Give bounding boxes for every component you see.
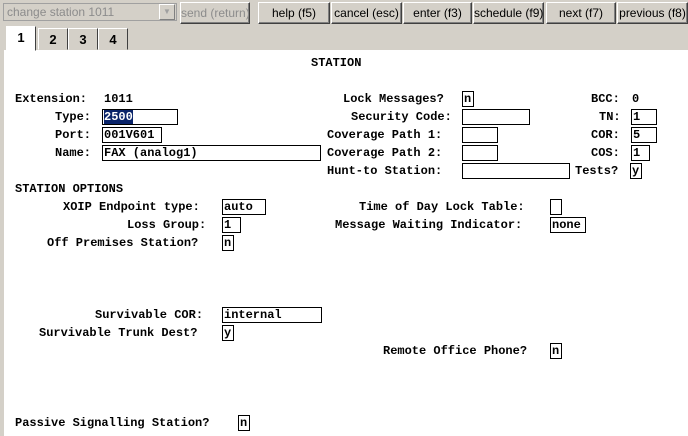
coverage-path-2-label: Coverage Path 2: xyxy=(327,146,443,160)
help-button[interactable]: help (f5) xyxy=(258,2,330,24)
lock-messages-label: Lock Messages? xyxy=(343,92,444,106)
enter-button[interactable]: enter (f3) xyxy=(403,2,472,24)
survivable-trunk-label: Survivable Trunk Dest? xyxy=(39,326,198,340)
hunt-to-station-label: Hunt-to Station: xyxy=(327,164,443,178)
mwi-label: Message Waiting Indicator: xyxy=(335,218,523,232)
cor-field[interactable]: 5 xyxy=(631,127,657,143)
cos-label: COS: xyxy=(591,146,620,160)
time-of-day-field[interactable] xyxy=(550,199,562,215)
port-label: Port: xyxy=(55,128,92,142)
security-code-field[interactable] xyxy=(462,109,530,125)
name-field[interactable]: FAX (analog1) xyxy=(102,145,321,161)
type-field[interactable]: 2500 xyxy=(102,109,178,125)
tests-field[interactable]: y xyxy=(630,163,642,179)
type-selected-text: 2500 xyxy=(104,110,133,124)
extension-label: Extension: xyxy=(15,92,88,106)
cos-field[interactable]: 1 xyxy=(631,145,650,161)
chevron-down-icon[interactable]: ▼ xyxy=(159,4,175,20)
loss-group-field[interactable]: 1 xyxy=(222,217,241,233)
tn-field[interactable]: 1 xyxy=(631,109,657,125)
time-of-day-label: Time of Day Lock Table: xyxy=(359,200,525,214)
type-label: Type: xyxy=(55,110,92,124)
remote-office-field[interactable]: n xyxy=(550,343,562,359)
survivable-cor-field[interactable]: internal xyxy=(222,307,322,323)
remote-office-label: Remote Office Phone? xyxy=(383,344,528,358)
tab-4[interactable]: 4 xyxy=(98,28,128,50)
page-title: STATION xyxy=(311,56,362,70)
tests-label: Tests? xyxy=(575,164,619,178)
coverage-path-1-field[interactable] xyxy=(462,127,498,143)
bcc-label: BCC: xyxy=(591,92,620,106)
tab-1[interactable]: 1 xyxy=(6,26,36,51)
command-input[interactable]: change station 1011 xyxy=(3,3,177,21)
extension-value: 1011 xyxy=(104,92,133,106)
coverage-path-1-label: Coverage Path 1: xyxy=(327,128,443,142)
cancel-button[interactable]: cancel (esc) xyxy=(331,2,402,24)
security-code-label: Security Code: xyxy=(351,110,452,124)
name-label: Name: xyxy=(55,146,92,160)
port-field[interactable]: 001V601 xyxy=(102,127,162,143)
xoip-field[interactable]: auto xyxy=(222,199,266,215)
survivable-cor-label: Survivable COR: xyxy=(95,308,204,322)
passive-signalling-field[interactable]: n xyxy=(238,415,250,431)
coverage-path-2-field[interactable] xyxy=(462,145,498,161)
tab-3[interactable]: 3 xyxy=(68,28,98,50)
off-premises-field[interactable]: n xyxy=(222,235,234,251)
passive-signalling-label: Passive Signalling Station? xyxy=(15,416,210,430)
tn-label: TN: xyxy=(599,110,621,124)
tab-2[interactable]: 2 xyxy=(38,28,68,50)
previous-button[interactable]: previous (f8) xyxy=(617,2,688,24)
next-button[interactable]: next (f7) xyxy=(546,2,616,24)
mwi-field[interactable]: none xyxy=(550,217,586,233)
xoip-label: XOIP Endpoint type: xyxy=(63,200,200,214)
cor-label: COR: xyxy=(591,128,620,142)
loss-group-label: Loss Group: xyxy=(127,218,207,232)
off-premises-label: Off Premises Station? xyxy=(47,236,199,250)
lock-messages-field[interactable]: n xyxy=(462,91,474,107)
toolbar: change station 1011 ▼ send (return) help… xyxy=(0,0,688,26)
schedule-button[interactable]: schedule (f9) xyxy=(473,2,544,24)
bcc-value: 0 xyxy=(632,92,640,106)
survivable-trunk-field[interactable]: y xyxy=(222,325,234,341)
station-form: STATION Extension: 1011 Lock Messages? n… xyxy=(4,50,688,436)
hunt-to-station-field[interactable] xyxy=(462,163,570,179)
send-button[interactable]: send (return) xyxy=(180,2,250,24)
station-options-heading: STATION OPTIONS xyxy=(15,182,124,196)
